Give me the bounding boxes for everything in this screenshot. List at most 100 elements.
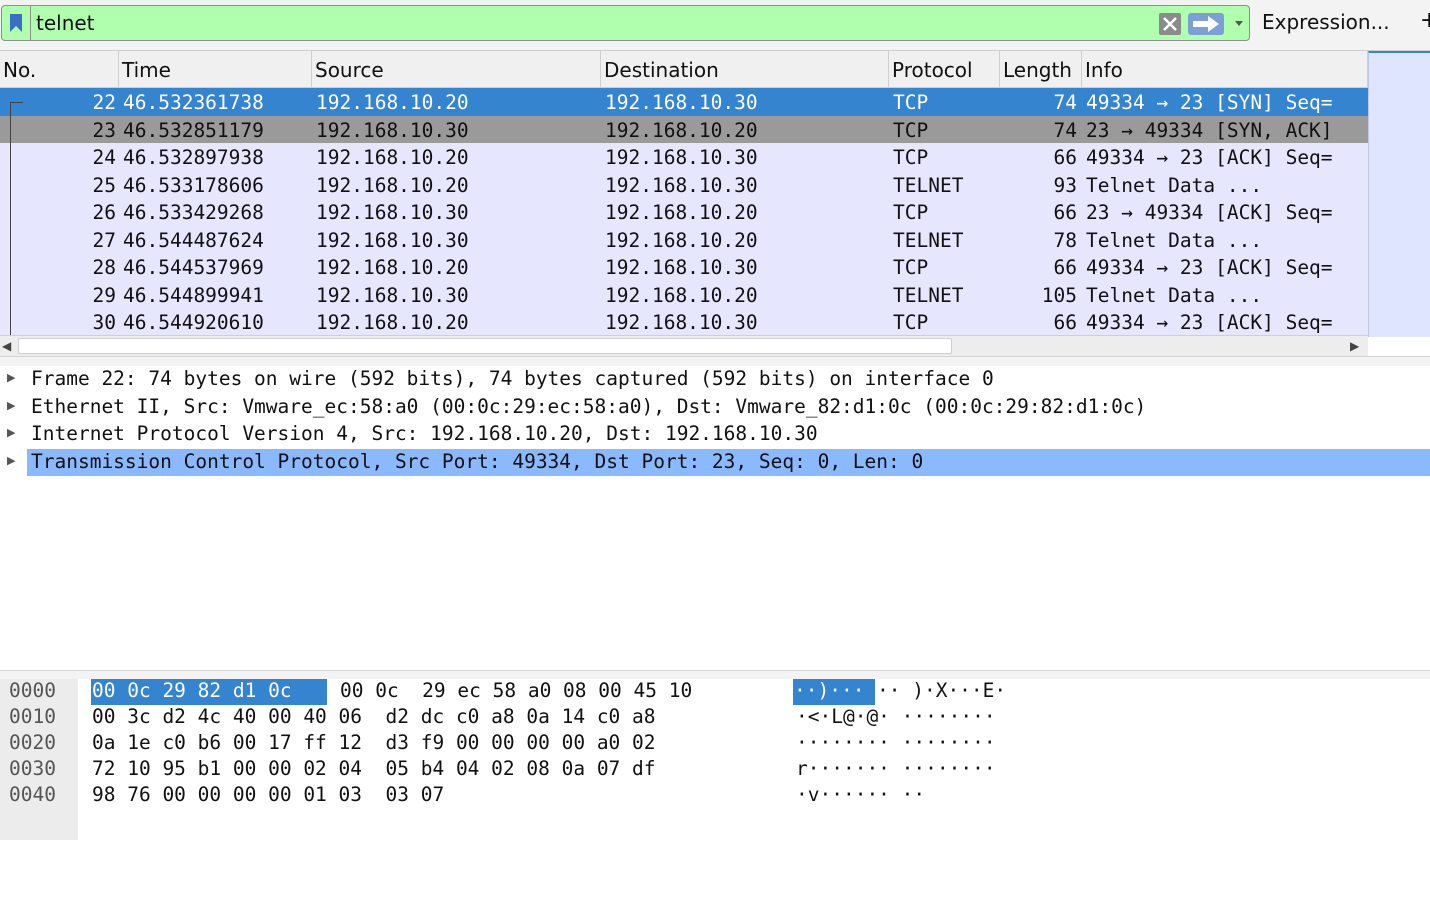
column-header-destination[interactable]: Destination [601,51,889,87]
packet-source: 192.168.10.30 [316,118,469,142]
packet-source: 192.168.10.20 [316,91,469,114]
packet-source: 192.168.10.30 [316,283,469,307]
packet-length: 93 [1053,173,1077,197]
column-header-source[interactable]: Source [312,51,601,87]
packet-source: 192.168.10.20 [316,256,469,279]
detail-tree-item[interactable]: ▶ Frame 22: 74 bytes on wire (592 bits),… [0,366,1430,393]
packet-length: 66 [1053,146,1077,169]
packet-destination: 192.168.10.20 [605,283,758,307]
packet-protocol: TCP [893,311,929,334]
packet-list-body: 22 46.532361738 192.168.10.20 192.168.10… [0,88,1368,335]
scrollbar-thumb[interactable] [18,338,952,354]
packet-info: 49334 → 23 [ACK] Seq= [1086,311,1333,334]
packet-row[interactable]: 24 46.532897938 192.168.10.20 192.168.10… [0,143,1368,171]
hex-bytes[interactable]: 72 10 95 b1 00 00 02 04 05 b4 04 02 08 0… [92,757,656,780]
byte-offset: 0010 [9,705,56,728]
filter-input[interactable] [32,6,1160,40]
ascii-bytes[interactable]: ·v······ ·· [796,783,925,806]
packet-time: 46.544920610 [123,311,264,334]
bookmark-icon [10,14,22,32]
packet-length: 66 [1053,201,1077,224]
packet-row[interactable]: 27 46.544487624 192.168.10.30 192.168.10… [0,226,1368,254]
expand-arrow-icon[interactable]: ▶ [7,454,15,467]
detail-tree-item[interactable]: ▶ Transmission Control Protocol, Src Por… [0,448,1430,476]
apply-filter-button[interactable] [1188,13,1224,35]
packet-time: 46.532897938 [123,146,264,169]
column-header-length[interactable]: Length [1000,51,1082,87]
ascii-bytes[interactable]: ·· )·X···E· [877,679,1006,702]
scroll-left-icon[interactable]: ◀ [2,339,11,353]
packet-destination: 192.168.10.30 [605,311,758,334]
packet-info: 23 → 49334 [SYN, ACK] [1086,118,1333,142]
hex-bytes[interactable]: 00 0c 29 ec 58 a0 08 00 45 10 [340,679,692,702]
packet-source: 192.168.10.20 [316,311,469,334]
packet-info: 49334 → 23 [ACK] Seq= [1086,256,1333,279]
detail-label: Transmission Control Protocol, Src Port:… [31,449,924,473]
recent-filters-dropdown[interactable] [1230,14,1248,32]
horizontal-scrollbar[interactable]: ◀ ▶ [0,335,1368,356]
packet-length: 66 [1053,311,1077,334]
packet-minimap-scrollbar[interactable] [1368,51,1430,337]
packet-protocol: TELNET [893,283,964,307]
packet-info: Telnet Data ... [1086,173,1263,197]
packet-info: Telnet Data ... [1086,283,1263,307]
byte-offset: 0000 [9,679,56,702]
scroll-right-icon[interactable]: ▶ [1350,339,1359,353]
column-header-protocol[interactable]: Protocol [889,51,1000,87]
bytes-row: 0030 72 10 95 b1 00 00 02 04 05 b4 04 02… [0,757,1430,783]
add-filter-button[interactable]: + [1420,8,1430,33]
packet-destination: 192.168.10.30 [605,146,758,169]
packet-list-header: No. Time Source Destination Protocol Len… [0,51,1368,88]
packet-protocol: TCP [893,256,929,279]
bytes-row: 0010 00 3c d2 4c 40 00 40 06 d2 dc c0 a8… [0,705,1430,731]
column-header-no[interactable]: No. [0,51,119,87]
packet-length: 74 [1053,91,1077,114]
packet-row[interactable]: 26 46.533429268 192.168.10.30 192.168.10… [0,198,1368,226]
packet-row[interactable]: 25 46.533178606 192.168.10.20 192.168.10… [0,171,1368,199]
column-header-info[interactable]: Info [1082,51,1368,87]
packet-length: 66 [1053,256,1077,279]
bytes-row: 0000 00 0c 29 82 d1 0c 00 0c 29 ec 58 a0… [0,679,1430,705]
hex-bytes[interactable]: 98 76 00 00 00 00 01 03 03 07 [92,783,444,806]
expand-arrow-icon[interactable]: ▶ [7,426,15,439]
packet-info: Telnet Data ... [1086,228,1263,252]
packet-time: 46.532361738 [123,91,264,114]
detail-tree-item[interactable]: ▶ Internet Protocol Version 4, Src: 192.… [0,421,1430,448]
filter-bookmark-button[interactable] [2,6,31,40]
detail-label: Internet Protocol Version 4, Src: 192.16… [31,422,818,445]
byte-offset: 0030 [9,757,56,780]
packet-row[interactable]: 29 46.544899941 192.168.10.30 192.168.10… [0,281,1368,309]
packet-protocol: TCP [893,118,929,142]
clear-filter-button[interactable] [1159,13,1181,35]
packet-destination: 192.168.10.20 [605,201,758,224]
hex-bytes-selected[interactable]: 00 0c 29 82 d1 0c [92,679,292,702]
expression-button[interactable]: Expression... [1262,10,1390,34]
packet-length: 78 [1053,228,1077,252]
packet-row[interactable]: 23 46.532851179 192.168.10.30 192.168.10… [0,115,1368,143]
packet-list-pane: No. Time Source Destination Protocol Len… [0,51,1430,356]
ascii-bytes[interactable]: ········ ········ [796,731,996,754]
arrow-right-icon [1193,16,1219,32]
conversation-bracket [10,102,25,335]
hex-bytes[interactable]: 00 3c d2 4c 40 00 40 06 d2 dc c0 a8 0a 1… [92,705,656,728]
column-header-time[interactable]: Time [119,51,312,87]
expand-arrow-icon[interactable]: ▶ [7,371,15,384]
expand-arrow-icon[interactable]: ▶ [7,399,15,412]
packet-row[interactable]: 22 46.532361738 192.168.10.20 192.168.10… [0,88,1368,116]
detail-tree-item[interactable]: ▶ Ethernet II, Src: Vmware_ec:58:a0 (00:… [0,394,1430,421]
packet-source: 192.168.10.20 [316,146,469,169]
bytes-row: 0020 0a 1e c0 b6 00 17 ff 12 d3 f9 00 00… [0,731,1430,757]
hex-bytes[interactable]: 0a 1e c0 b6 00 17 ff 12 d3 f9 00 00 00 0… [92,731,656,754]
packet-length: 74 [1053,118,1077,142]
ascii-bytes[interactable]: ·<·L@·@· ········ [796,705,996,728]
ascii-bytes[interactable]: r······· ········ [796,757,996,780]
display-filter-box [1,5,1250,41]
packet-row[interactable]: 28 46.544537969 192.168.10.20 192.168.10… [0,253,1368,281]
packet-time: 46.544487624 [123,228,264,252]
packet-row[interactable]: 30 46.544920610 192.168.10.20 192.168.10… [0,308,1368,335]
packet-info: 49334 → 23 [SYN] Seq= [1086,91,1333,114]
packet-protocol: TCP [893,201,929,224]
chevron-down-icon [1235,21,1243,26]
packet-destination: 192.168.10.20 [605,228,758,252]
ascii-bytes-selected[interactable]: ··)··· [794,679,864,702]
